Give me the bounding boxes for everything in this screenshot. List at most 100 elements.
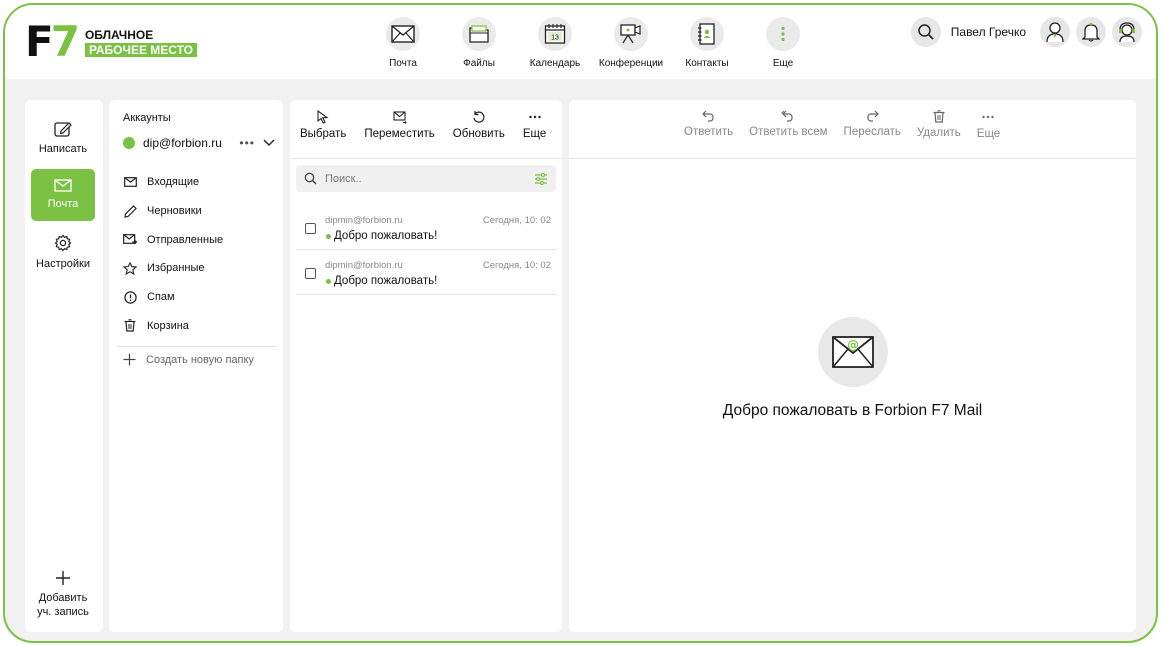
- cursor-icon: [317, 110, 329, 124]
- brand-logo[interactable]: F7 ОБЛАЧНОЕ РАБОЧЕЕ МЕСТО: [25, 21, 198, 63]
- filter-sliders-icon[interactable]: [534, 172, 548, 185]
- nav-mail[interactable]: Почта: [365, 17, 441, 69]
- envelope-at-icon: @: [818, 317, 888, 387]
- select-label: Выбрать: [300, 128, 347, 140]
- reader-more-button[interactable]: Еще: [977, 110, 1000, 140]
- left-rail: Написать Почта Настройки Добавить уч. за…: [25, 100, 103, 632]
- list-toolbar: Выбрать Переместить Обновить Еще: [290, 110, 562, 140]
- rail-mail-label: Почта: [47, 198, 79, 210]
- nav-contacts[interactable]: Контакты: [669, 17, 745, 69]
- list-more-label: Еще: [522, 128, 547, 140]
- unread-dot: [326, 234, 331, 239]
- create-folder-label: Создать новую папку: [146, 353, 254, 366]
- message-checkbox[interactable]: [305, 223, 316, 234]
- calendar-icon: 13: [538, 17, 572, 51]
- plus-icon: [123, 353, 136, 366]
- folder-list: Входящие Черновики Отправленные Избранны…: [123, 168, 275, 340]
- search-box[interactable]: [296, 165, 556, 192]
- list-more-button[interactable]: Еще: [523, 110, 546, 140]
- nav-calendar-label: Календарь: [529, 58, 581, 69]
- nav-files-label: Файлы: [463, 58, 495, 69]
- reply-button[interactable]: Ответить: [684, 110, 733, 140]
- add-account-button[interactable]: Добавить уч. запись: [31, 566, 95, 622]
- message-row[interactable]: dipmin@forbion.ru Сегодня, 10: 02 Добро …: [296, 206, 556, 250]
- forward-icon: [867, 110, 880, 122]
- user-area: Павел Гречко: [905, 17, 1142, 47]
- message-from: dipmin@forbion.ru: [325, 215, 403, 226]
- trash-icon: [933, 110, 945, 123]
- folder-spam[interactable]: Спам: [123, 283, 275, 312]
- nav-more-label: Еще: [772, 58, 794, 69]
- compose-label: Написать: [38, 142, 88, 155]
- folder-label: Входящие: [147, 176, 200, 189]
- compose-button[interactable]: Написать: [31, 112, 95, 164]
- nav-mail-label: Почта: [389, 58, 417, 69]
- rail-mail-button[interactable]: Почта: [31, 169, 95, 221]
- message-list-panel: Выбрать Переместить Обновить Еще dipmin@: [290, 100, 562, 632]
- user-name[interactable]: Павел Гречко: [951, 25, 1026, 39]
- create-folder-button[interactable]: Создать новую папку: [123, 353, 254, 366]
- forward-button[interactable]: Переслать: [844, 110, 901, 140]
- app-window: F7 ОБЛАЧНОЕ РАБОЧЕЕ МЕСТО Почта Файлы 13…: [3, 3, 1158, 643]
- nav-calendar[interactable]: 13 Календарь: [517, 17, 593, 69]
- plus-icon: [56, 570, 70, 585]
- user-avatar-icon[interactable]: [1040, 17, 1070, 47]
- folder-sent[interactable]: Отправленные: [123, 225, 275, 254]
- refresh-button[interactable]: Обновить: [453, 110, 505, 140]
- nav-more[interactable]: Еще: [745, 17, 821, 69]
- divider: [290, 158, 562, 159]
- message-from: dipmin@forbion.ru: [325, 260, 403, 271]
- account-status-dot: [123, 137, 135, 149]
- divider: [117, 346, 277, 347]
- nav-files[interactable]: Файлы: [441, 17, 517, 69]
- search-input[interactable]: [325, 172, 534, 185]
- gear-icon: [54, 234, 72, 251]
- inbox-icon: [123, 175, 137, 189]
- support-headset-icon[interactable]: [1112, 17, 1142, 47]
- reply-all-button[interactable]: Ответить всем: [749, 110, 828, 140]
- folder-drafts[interactable]: Черновики: [123, 197, 275, 226]
- refresh-icon: [473, 111, 485, 123]
- folder-label: Избранные: [147, 262, 205, 275]
- mail-icon: [386, 17, 420, 51]
- more-vertical-icon: [766, 17, 800, 51]
- svg-text:13: 13: [551, 35, 559, 42]
- more-horizontal-icon[interactable]: •••: [239, 136, 255, 150]
- folder-trash[interactable]: Корзина: [123, 311, 275, 340]
- message-row[interactable]: dipmin@forbion.ru Сегодня, 10: 02 Добро …: [296, 251, 556, 295]
- sent-icon: [123, 233, 137, 247]
- select-button[interactable]: Выбрать: [300, 110, 346, 140]
- reply-label: Ответить: [684, 126, 734, 138]
- refresh-label: Обновить: [452, 128, 505, 140]
- more-horizontal-icon: [528, 115, 541, 119]
- reply-all-icon: [781, 110, 793, 122]
- settings-button[interactable]: Настройки: [31, 226, 95, 278]
- reader-toolbar: Ответить Ответить всем Переслать Удалить…: [684, 110, 1000, 140]
- welcome-message: Добро пожаловать в Forbion F7 Mail: [722, 402, 983, 419]
- folder-label: Спам: [147, 291, 175, 304]
- message-subject: Добро пожаловать!: [334, 275, 438, 287]
- video-camera-icon: [614, 17, 648, 51]
- folder-inbox[interactable]: Входящие: [123, 168, 275, 197]
- account-row[interactable]: dip@forbion.ru •••: [123, 136, 275, 150]
- search-icon[interactable]: [910, 17, 941, 47]
- unread-dot: [326, 279, 331, 284]
- move-button[interactable]: Переместить: [364, 110, 435, 140]
- account-email: dip@forbion.ru: [143, 136, 222, 150]
- divider: [569, 158, 1136, 159]
- message-date: Сегодня, 10: 02: [482, 260, 551, 271]
- spam-icon: [123, 290, 137, 304]
- reply-icon: [701, 110, 714, 122]
- move-label: Переместить: [364, 128, 435, 140]
- delete-button[interactable]: Удалить: [917, 110, 961, 140]
- bell-icon[interactable]: [1076, 17, 1106, 47]
- message-checkbox[interactable]: [305, 268, 316, 279]
- reply-all-label: Ответить всем: [749, 126, 828, 138]
- message-subject: Добро пожаловать!: [334, 230, 438, 242]
- folder-label: Корзина: [147, 319, 189, 332]
- chevron-down-icon[interactable]: [263, 139, 275, 147]
- nav-conferences[interactable]: Конференции: [593, 17, 669, 69]
- folder-favorites[interactable]: Избранные: [123, 254, 275, 283]
- folder-label: Черновики: [147, 205, 202, 218]
- mail-icon: [54, 179, 72, 192]
